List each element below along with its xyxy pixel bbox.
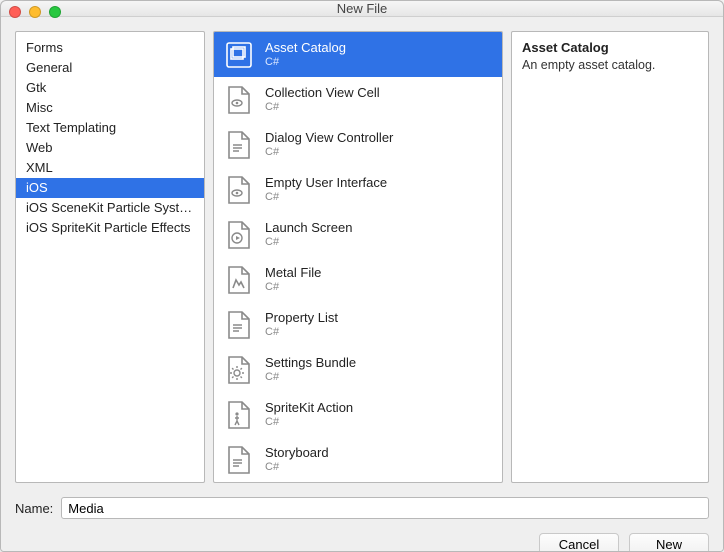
window-controls (9, 6, 61, 18)
template-title: Settings Bundle (265, 355, 356, 371)
new-button[interactable]: New (629, 533, 709, 552)
new-file-dialog: New File FormsGeneralGtkMiscText Templat… (0, 0, 724, 552)
template-text: Launch ScreenC# (265, 220, 352, 249)
template-item[interactable]: Property ListC# (214, 302, 502, 347)
category-item[interactable]: Gtk (16, 78, 204, 98)
name-row: Name: (15, 497, 709, 519)
file-icon (223, 309, 255, 341)
category-item[interactable]: iOS (16, 178, 204, 198)
category-list[interactable]: FormsGeneralGtkMiscText TemplatingWebXML… (15, 31, 205, 483)
button-row: Cancel New (15, 533, 709, 552)
description-pane: Asset Catalog An empty asset catalog. (511, 31, 709, 483)
panels: FormsGeneralGtkMiscText TemplatingWebXML… (15, 31, 709, 483)
file-icon (223, 444, 255, 476)
category-item[interactable]: General (16, 58, 204, 78)
template-text: Metal FileC# (265, 265, 321, 294)
sprite-icon (223, 399, 255, 431)
template-item[interactable]: Collection View CellC# (214, 77, 502, 122)
template-title: Collection View Cell (265, 85, 380, 101)
template-text: Settings BundleC# (265, 355, 356, 384)
titlebar: New File (1, 1, 723, 17)
template-item[interactable]: Asset CatalogC# (214, 32, 502, 77)
template-subtitle: C# (265, 56, 346, 69)
template-subtitle: C# (265, 146, 393, 159)
name-input[interactable] (61, 497, 709, 519)
template-title: Dialog View Controller (265, 130, 393, 146)
template-subtitle: C# (265, 281, 321, 294)
minimize-icon[interactable] (29, 6, 41, 18)
template-text: StoryboardC# (265, 445, 329, 474)
window-title: New File (337, 1, 388, 16)
cancel-button[interactable]: Cancel (539, 533, 619, 552)
template-subtitle: C# (265, 101, 380, 114)
template-subtitle: C# (265, 416, 353, 429)
asset-catalog-icon (223, 39, 255, 71)
template-subtitle: C# (265, 371, 356, 384)
close-icon[interactable] (9, 6, 21, 18)
template-title: SpriteKit Action (265, 400, 353, 416)
play-icon (223, 219, 255, 251)
category-item[interactable]: Web (16, 138, 204, 158)
template-item[interactable]: Metal FileC# (214, 257, 502, 302)
template-item[interactable]: Launch ScreenC# (214, 212, 502, 257)
file-icon (223, 129, 255, 161)
template-item[interactable]: Empty User InterfaceC# (214, 167, 502, 212)
template-subtitle: C# (265, 326, 338, 339)
template-text: SpriteKit ActionC# (265, 400, 353, 429)
view-icon (223, 174, 255, 206)
template-title: Empty User Interface (265, 175, 387, 191)
template-title: Launch Screen (265, 220, 352, 236)
template-text: Asset CatalogC# (265, 40, 346, 69)
template-title: Metal File (265, 265, 321, 281)
category-item[interactable]: iOS SpriteKit Particle Effects (16, 218, 204, 238)
category-item[interactable]: iOS SceneKit Particle Systems (16, 198, 204, 218)
template-title: Asset Catalog (265, 40, 346, 56)
template-text: Dialog View ControllerC# (265, 130, 393, 159)
template-subtitle: C# (265, 191, 387, 204)
template-text: Empty User InterfaceC# (265, 175, 387, 204)
description-title: Asset Catalog (522, 40, 698, 55)
template-text: Collection View CellC# (265, 85, 380, 114)
template-subtitle: C# (265, 236, 352, 249)
template-title: Property List (265, 310, 338, 326)
template-title: Storyboard (265, 445, 329, 461)
template-item[interactable]: Dialog View ControllerC# (214, 122, 502, 167)
metal-icon (223, 264, 255, 296)
name-label: Name: (15, 501, 53, 516)
view-icon (223, 84, 255, 116)
settings-icon (223, 354, 255, 386)
category-item[interactable]: Misc (16, 98, 204, 118)
template-item[interactable]: Settings BundleC# (214, 347, 502, 392)
template-item[interactable]: StoryboardC# (214, 437, 502, 482)
category-item[interactable]: XML (16, 158, 204, 178)
category-item[interactable]: Text Templating (16, 118, 204, 138)
template-item[interactable]: SpriteKit ActionC# (214, 392, 502, 437)
template-list[interactable]: Asset CatalogC#Collection View CellC#Dia… (213, 31, 503, 483)
zoom-icon[interactable] (49, 6, 61, 18)
template-text: Property ListC# (265, 310, 338, 339)
category-item[interactable]: Forms (16, 38, 204, 58)
description-body: An empty asset catalog. (522, 58, 698, 72)
content: FormsGeneralGtkMiscText TemplatingWebXML… (1, 17, 723, 552)
template-subtitle: C# (265, 461, 329, 474)
